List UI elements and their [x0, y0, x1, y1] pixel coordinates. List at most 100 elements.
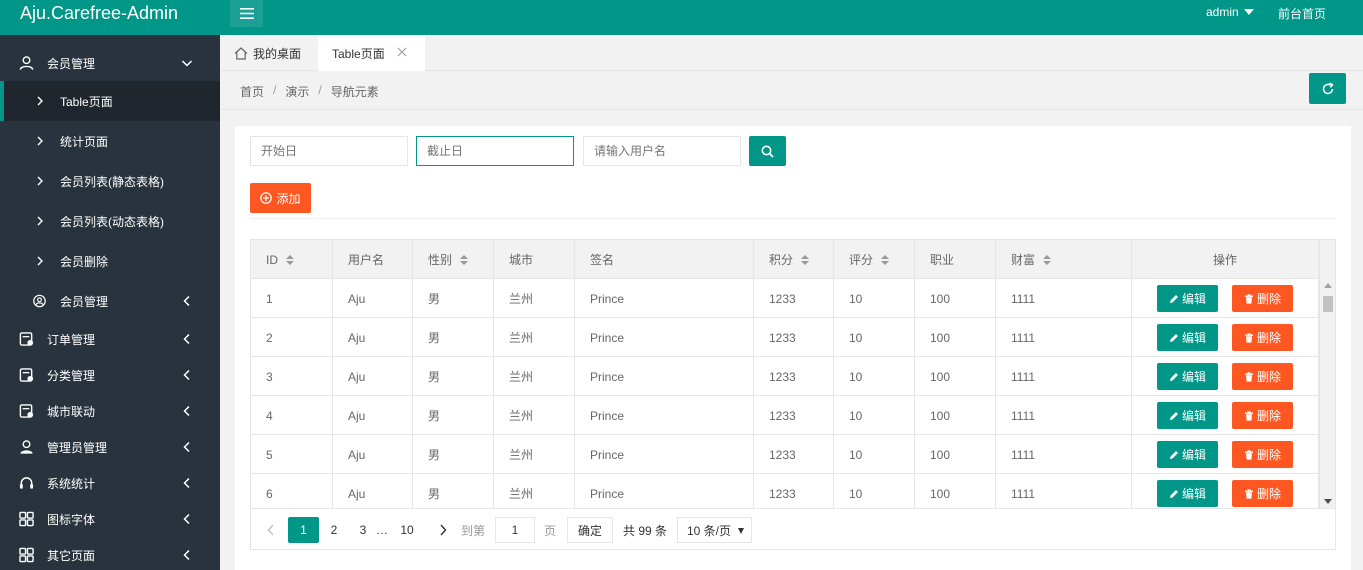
cell-city: 兰州	[494, 318, 575, 357]
page-button-3[interactable]: 3	[354, 517, 372, 543]
sidebar-group-member-management-2[interactable]: 会员管理	[0, 283, 220, 319]
sidebar-group-order-management[interactable]: 订单管理	[0, 321, 220, 357]
sidebar-item-member-list-static[interactable]: 会员列表(静态表格)	[0, 161, 220, 201]
sidebar-item-table-page[interactable]: Table页面	[0, 81, 220, 121]
sidebar-item-label: 会员列表(动态表格)	[60, 214, 164, 229]
column-header-wealth[interactable]: 财富	[996, 240, 1132, 279]
sidebar-group-other-pages[interactable]: 其它页面	[0, 537, 220, 570]
cell-username: Aju	[333, 435, 413, 474]
sidebar-group-admin-management[interactable]: 管理员管理	[0, 429, 220, 465]
username-search-input[interactable]	[583, 136, 741, 166]
sort-icon[interactable]	[881, 254, 890, 266]
cell-username: Aju	[333, 318, 413, 357]
sidebar-item-label: 会员删除	[60, 254, 109, 269]
cell-points: 1233	[754, 357, 834, 396]
sort-icon[interactable]	[286, 254, 294, 266]
cell-points: 1233	[754, 279, 834, 318]
pagination: 1 2 3 … 10 到第 页 确定 共 99 条 10 条/页	[251, 508, 1335, 549]
edit-button[interactable]: 编辑	[1157, 363, 1218, 390]
column-header-gender[interactable]: 性别	[413, 240, 494, 279]
trash-icon	[1244, 488, 1253, 499]
table-row: 4 Aju 男兰州 Prince 1233 10 100 1111 编辑 删除	[251, 396, 1319, 435]
tab-table-page[interactable]: Table页面	[318, 35, 425, 71]
page-size-select[interactable]: 10 条/页	[677, 517, 752, 543]
scrollbar-thumb[interactable]	[1323, 296, 1333, 312]
cell-rating: 10	[834, 279, 915, 318]
sidebar-item-label: Table页面	[60, 94, 113, 109]
breadcrumb-item-home[interactable]: 首页	[240, 83, 264, 100]
user-circle-icon	[33, 294, 46, 308]
table-scrollbar[interactable]	[1319, 279, 1335, 508]
sidebar-group-label: 城市联动	[47, 404, 96, 419]
cell-job: 100	[915, 396, 996, 435]
page-button-2[interactable]: 2	[325, 517, 343, 543]
cell-signature: Prince	[575, 279, 754, 318]
start-date-input[interactable]	[250, 136, 408, 166]
chevron-left-icon	[183, 477, 190, 489]
cell-job: 100	[915, 357, 996, 396]
page-button-1[interactable]: 1	[288, 517, 319, 543]
prev-page-icon[interactable]	[267, 524, 275, 536]
goto-confirm-button[interactable]: 确定	[567, 517, 613, 543]
column-header-job: 职业	[915, 240, 996, 279]
next-page-icon[interactable]	[439, 524, 447, 536]
edit-button[interactable]: 编辑	[1157, 441, 1218, 468]
cell-signature: Prince	[575, 396, 754, 435]
close-icon[interactable]	[397, 47, 407, 57]
hamburger-icon	[239, 8, 254, 19]
grid-icon	[19, 547, 34, 563]
sidebar-group-member-management[interactable]: 会员管理	[0, 45, 220, 81]
cell-id: 1	[251, 279, 333, 318]
sort-icon[interactable]	[801, 254, 810, 266]
sidebar-group-label: 其它页面	[47, 548, 96, 563]
sidebar-item-member-delete[interactable]: 会员删除	[0, 241, 220, 281]
sidebar-group-category-management[interactable]: 分类管理	[0, 357, 220, 393]
cell-city: 兰州	[494, 396, 575, 435]
order-icon	[19, 332, 34, 346]
delete-button[interactable]: 删除	[1232, 324, 1293, 351]
edit-button[interactable]: 编辑	[1157, 402, 1218, 429]
sidebar-item-member-list-dynamic[interactable]: 会员列表(动态表格)	[0, 201, 220, 241]
column-header-points[interactable]: 积分	[754, 240, 834, 279]
edit-label: 编辑	[1181, 487, 1206, 501]
tab-label: 我的桌面	[253, 46, 302, 61]
column-header-rating[interactable]: 评分	[834, 240, 915, 279]
goto-page-input[interactable]	[495, 517, 535, 543]
add-button[interactable]: 添加	[250, 183, 311, 213]
menu-toggle-button[interactable]	[230, 0, 263, 27]
cell-job: 100	[915, 318, 996, 357]
column-header-id[interactable]: ID	[251, 240, 333, 279]
edit-button[interactable]: 编辑	[1157, 324, 1218, 351]
delete-button[interactable]: 删除	[1232, 402, 1293, 429]
sidebar-group-system-stats[interactable]: 系统统计	[0, 465, 220, 501]
search-button[interactable]	[749, 136, 786, 166]
delete-button[interactable]: 删除	[1232, 480, 1293, 507]
edit-button[interactable]: 编辑	[1157, 480, 1218, 507]
page-ellipsis: …	[376, 523, 388, 537]
sidebar-group-city-linkage[interactable]: 城市联动	[0, 393, 220, 429]
column-header-actions: 操作	[1132, 240, 1319, 279]
sidebar-group-icon-fonts[interactable]: 图标字体	[0, 501, 220, 537]
delete-button[interactable]: 删除	[1232, 285, 1293, 312]
delete-label: 删除	[1256, 370, 1281, 384]
sidebar-group-label: 分类管理	[47, 368, 96, 383]
page-button-last[interactable]: 10	[395, 517, 419, 543]
delete-button[interactable]: 删除	[1232, 363, 1293, 390]
app-logo[interactable]: Aju.Carefree-Admin	[20, 2, 178, 24]
pencil-icon	[1169, 294, 1178, 303]
tab-my-desktop[interactable]: 我的桌面	[220, 35, 318, 71]
sort-icon[interactable]	[460, 254, 469, 266]
cell-points: 1233	[754, 396, 834, 435]
end-date-input[interactable]	[416, 136, 574, 166]
edit-button[interactable]: 编辑	[1157, 285, 1218, 312]
sort-icon[interactable]	[1043, 254, 1052, 266]
breadcrumb-item-demo[interactable]: 演示	[285, 83, 309, 100]
scroll-down-arrow-icon[interactable]	[1324, 499, 1332, 504]
front-home-link[interactable]: 前台首页	[1278, 5, 1326, 22]
user-menu[interactable]: admin	[1206, 5, 1254, 19]
sidebar-item-stats-page[interactable]: 统计页面	[0, 121, 220, 161]
scroll-up-arrow-icon[interactable]	[1324, 283, 1332, 288]
refresh-button[interactable]	[1309, 73, 1346, 104]
delete-button[interactable]: 删除	[1232, 441, 1293, 468]
cell-signature: Prince	[575, 357, 754, 396]
